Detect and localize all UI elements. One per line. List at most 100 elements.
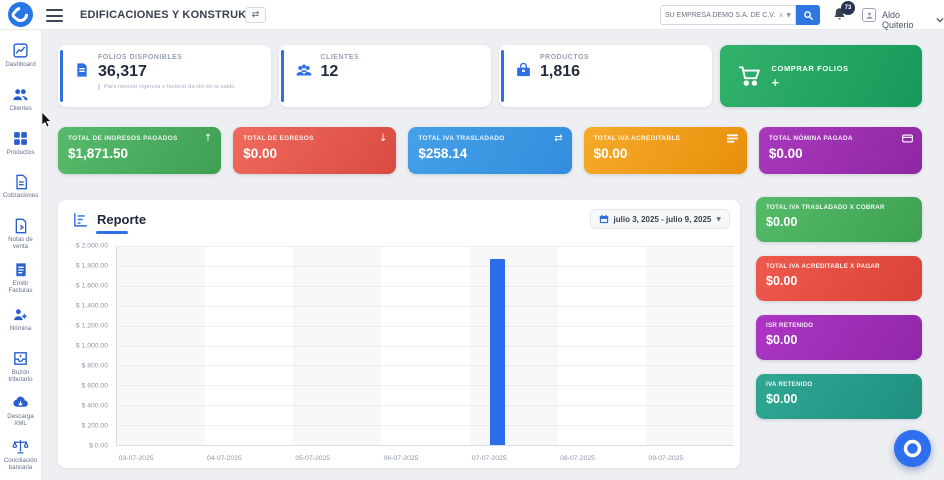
sidebar-item-label: Descarga XML [0, 413, 41, 428]
chart-line-icon [12, 42, 29, 59]
y-tick-label: $ 600.00 [82, 383, 108, 390]
topbar: EDIFICACIONES Y KONSTRUKS... ⇄ SU EMPRES… [0, 0, 944, 30]
y-tick-label: $ 2,000.00 [76, 243, 108, 250]
caret-down-icon: ▼ [716, 216, 721, 223]
date-range-picker[interactable]: julio 3, 2025 - julio 9, 2025 ▼ [590, 209, 730, 229]
side-card-label: IVA RETENIDO [766, 381, 912, 388]
stat-iva-trasladado[interactable]: TOTAL IVA TRASLADADO $258.14 ⇄ [408, 127, 571, 174]
sidebar-item-label: Emitir Facturas [0, 280, 41, 295]
switch-company-button[interactable]: ⇄ [245, 7, 266, 23]
card-iva-trasladado-x-cobrar[interactable]: TOTAL IVA TRASLADADO X COBRAR $0.00 [756, 197, 922, 242]
card-isr-retenido[interactable]: ISR RETENIDO $0.00 [756, 315, 922, 360]
sidebar-item-dashboard[interactable]: Dashboard [0, 42, 41, 86]
y-tick-label: $ 1,000.00 [76, 343, 108, 350]
productos-value: 1,816 [540, 63, 589, 81]
stat-ingresos-pagados[interactable]: TOTAL DE INGRESOS PAGADOS $1,871.50 ↑ [58, 127, 221, 174]
mouse-cursor [42, 112, 53, 128]
y-tick-label: $ 0.00 [89, 443, 108, 450]
x-tick-label: 06-07-2025 [357, 455, 445, 462]
sidebar-item-label: Cotizaciones [2, 192, 39, 199]
sidebar-item-emitir-facturas[interactable]: Emitir Facturas [0, 262, 41, 306]
report-header: Reporte [72, 211, 146, 228]
report-title: Reporte [97, 212, 146, 227]
sidebar-item-descarga-xml[interactable]: Descarga XML [0, 394, 41, 438]
stats-row: TOTAL DE INGRESOS PAGADOS $1,871.50 ↑ TO… [58, 127, 922, 174]
stat-value: $0.00 [243, 146, 386, 161]
sidebar-item-productos[interactable]: Productos [0, 130, 41, 174]
arrow-up-icon: ↑ [204, 134, 212, 144]
x-tick-label: 09-07-2025 [622, 455, 710, 462]
boxes-icon [12, 130, 29, 147]
notifications-button[interactable]: 73 [832, 7, 852, 27]
sidebar-item-clientes[interactable]: Clientes [0, 86, 41, 130]
chat-launcher-button[interactable] [894, 430, 931, 467]
sidebar-item-nomina[interactable]: Nómina [0, 306, 41, 350]
stat-label: TOTAL IVA TRASLADADO [418, 135, 561, 142]
calendar-icon [599, 214, 609, 224]
report-chart: $ 0.00$ 200.00$ 400.00$ 600.00$ 800.00$ … [66, 246, 734, 462]
company-name: EDIFICACIONES Y KONSTRUKS... [80, 9, 264, 21]
stat-value: $0.00 [594, 146, 737, 161]
search-button[interactable] [796, 5, 820, 25]
app-logo[interactable] [8, 2, 33, 27]
cloud-download-icon [12, 394, 29, 411]
folios-value: 36,317 [98, 63, 235, 81]
company-select[interactable]: SU EMPRESA DEMO S.A. DE C.V. × ▼ [660, 5, 796, 25]
stat-nomina-pagada[interactable]: TOTAL NÓMINA PAGADA $0.00 [759, 127, 922, 174]
sidebar-item-notas-de-venta[interactable]: Notas de venta [0, 218, 41, 262]
sidebar: Dashboard Clientes Productos Cotizacione… [0, 30, 42, 480]
stat-value: $0.00 [769, 146, 912, 161]
swap-arrows-icon: ⇄ [554, 134, 562, 144]
shopping-cart-icon [736, 63, 762, 89]
gridline [117, 326, 734, 327]
stat-iva-acreditable[interactable]: TOTAL IVA ACREDITABLE $0.00 [584, 127, 747, 174]
stat-value: $1,871.50 [68, 146, 211, 161]
sidebar-item-conciliacion-bancaria[interactable]: Conciliación bancaria [0, 438, 41, 480]
user-icon [865, 11, 874, 20]
y-tick-label: $ 1,200.00 [76, 323, 108, 330]
folio-document-icon [74, 62, 90, 78]
category-stripe [293, 246, 381, 445]
card-iva-retenido[interactable]: IVA RETENIDO $0.00 [756, 374, 922, 419]
side-card-label: ISR RETENIDO [766, 322, 912, 329]
menu-toggle-button[interactable] [46, 9, 63, 22]
gridline [117, 246, 734, 247]
arrow-down-icon: ↓ [379, 134, 387, 144]
wallet-icon [902, 134, 913, 146]
productos-card: PRODUCTOS 1,816 [499, 45, 712, 107]
date-range-value: julio 3, 2025 - julio 9, 2025 [614, 215, 712, 224]
clear-icon[interactable]: × [779, 11, 784, 20]
x-tick-label: 05-07-2025 [269, 455, 357, 462]
side-card-label: TOTAL IVA TRASLADADO X COBRAR [766, 204, 912, 211]
swap-icon: ⇄ [252, 10, 260, 20]
card-iva-acreditable-x-pagar[interactable]: TOTAL IVA ACREDITABLE X PAGAR $0.00 [756, 256, 922, 301]
clientes-card: CLIENTES 12 [279, 45, 492, 107]
folios-card-body: FOLIOS DISPONIBLES 36,317 Para renovar v… [98, 54, 235, 90]
comprar-folios-button[interactable]: COMPRAR FOLIOS + [720, 45, 923, 107]
scales-icon [12, 438, 29, 455]
bar-07-07-2025[interactable] [490, 259, 505, 445]
gridline [117, 385, 734, 386]
category-stripe [470, 246, 558, 445]
sidebar-item-cotizaciones[interactable]: Cotizaciones [0, 174, 41, 218]
y-tick-label: $ 1,600.00 [76, 283, 108, 290]
stat-egresos[interactable]: TOTAL DE EGRESOS $0.00 ↓ [233, 127, 396, 174]
avatar[interactable] [862, 8, 876, 22]
sidebar-item-label: Dashboard [4, 61, 36, 68]
gridline [117, 266, 734, 267]
gridline [117, 346, 734, 347]
plot-area [116, 246, 734, 446]
y-tick-label: $ 400.00 [82, 403, 108, 410]
products-box-icon [515, 62, 532, 79]
credit-card-icon [727, 134, 738, 146]
user-menu[interactable]: Aldo Quiterio [882, 10, 944, 30]
x-tick-label: 08-07-2025 [533, 455, 621, 462]
report-chart-icon [72, 211, 89, 228]
notification-badge: 73 [841, 1, 855, 15]
plus-icon: + [772, 76, 780, 89]
productos-label: PRODUCTOS [540, 54, 589, 61]
sidebar-item-buzon-tributario[interactable]: Buzón tributario [0, 350, 41, 394]
main-content: FOLIOS DISPONIBLES 36,317 Para renovar v… [42, 30, 944, 480]
folios-label: FOLIOS DISPONIBLES [98, 54, 235, 61]
company-select-value: SU EMPRESA DEMO S.A. DE C.V. [665, 12, 776, 19]
